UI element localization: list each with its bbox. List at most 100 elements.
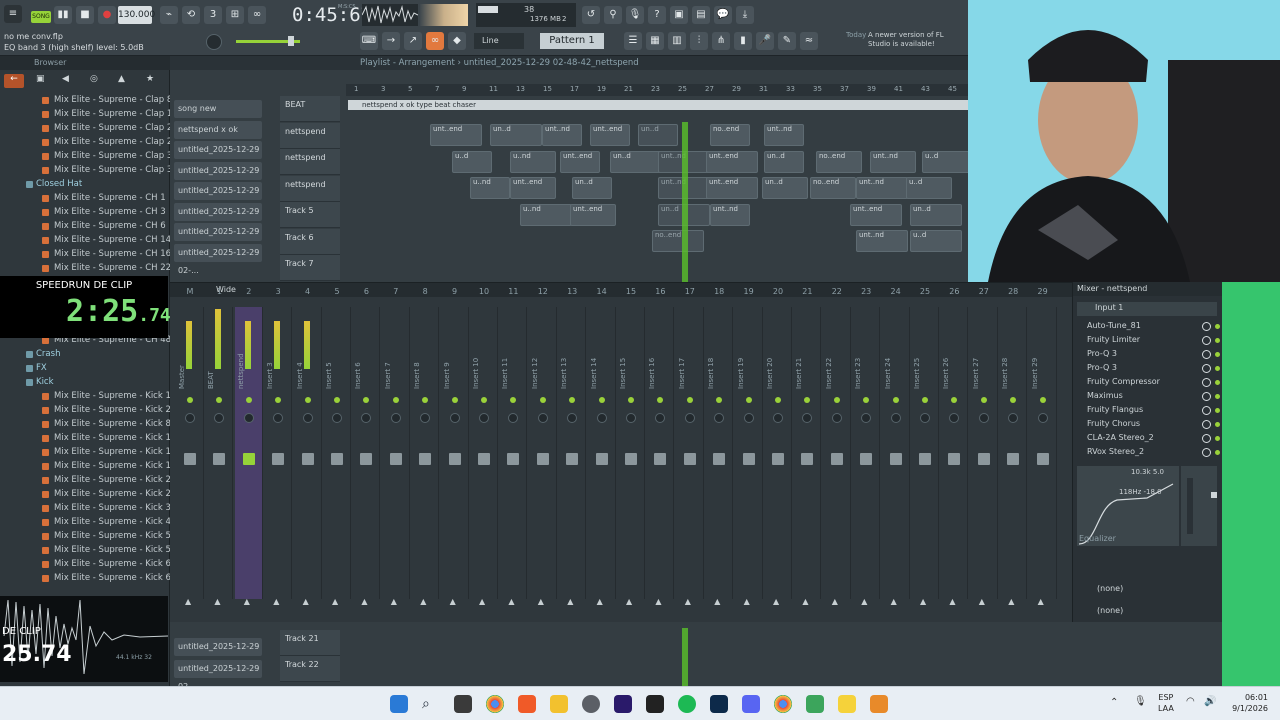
browser-file[interactable]: Mix Elite - Supreme - CH 3 [0,206,168,220]
pattern-select[interactable]: Pattern 1 [540,33,604,49]
channel-enable-led[interactable] [833,397,840,403]
eq-faders[interactable] [1181,466,1217,546]
volume-fader[interactable] [625,453,637,465]
arrow-icon[interactable]: → [382,32,400,50]
send-output-2[interactable]: (none) [1077,606,1219,620]
clock-icon[interactable]: ◎ [90,74,98,84]
help-icon[interactable]: ? [648,6,666,24]
route-arrow[interactable]: ▲ [655,597,661,606]
chat-icon[interactable]: 💬 [714,6,732,24]
fx-slot[interactable]: Pro-Q 3 [1081,362,1221,376]
pan-knob[interactable] [684,413,695,423]
slot-enable-led[interactable] [1215,394,1220,399]
toggle-icon[interactable]: ⚲ [604,6,622,24]
browser-folder[interactable]: Kick [0,376,168,390]
volume-fader[interactable] [830,453,843,465]
mixer-channel[interactable]: 5 Insert 5 ▲ [323,287,351,606]
brave-icon[interactable] [518,695,536,713]
pattern-item[interactable]: untitled_2025-12-29 02-... [174,660,262,691]
browser-file[interactable]: Mix Elite - Supreme - CH 22 [0,262,171,276]
mixer-channel[interactable]: 7 Insert 7 ▲ [382,287,410,606]
news-panel[interactable]: Today A newer version of FL Studio is av… [830,30,960,52]
audio-clip[interactable]: un..d [638,124,678,146]
mixer-channel[interactable]: 2 nettspend ▲ [234,287,263,606]
audio-clip[interactable]: u..d [452,150,492,173]
volume-fader[interactable] [213,453,226,465]
steam-icon[interactable] [582,695,600,713]
channel-enable-led[interactable] [481,397,487,403]
route-arrow[interactable]: ▲ [685,597,691,606]
volume-fader[interactable] [772,453,784,465]
loop-record-icon[interactable]: ∞ [248,6,266,24]
mixer-channel[interactable]: 23 Insert 23 ▲ [852,287,881,606]
audio-clip[interactable]: un..d [610,150,662,173]
channel-enable-led[interactable] [657,397,664,403]
fl-studio-icon[interactable] [870,695,888,713]
pan-knob[interactable] [831,413,842,423]
pan-knob[interactable] [743,413,754,423]
channel-enable-led[interactable] [510,397,517,403]
volume-fader[interactable] [1036,453,1049,465]
clock[interactable]: 06:01 9/1/2026 [1222,692,1268,714]
route-arrow[interactable]: ▲ [508,597,514,606]
channel-enable-led[interactable] [598,397,605,403]
back-icon[interactable]: ← [4,74,24,88]
slot-enable-led[interactable] [1215,380,1220,385]
fx-slot[interactable]: Pro-Q 3 [1081,348,1221,362]
drive-icon[interactable] [806,695,824,713]
master-pitch-knob[interactable] [206,34,222,50]
mixer-channel[interactable]: 18 Insert 18 ▲ [705,287,734,606]
fx-slot[interactable]: RVox Stereo_2 [1081,446,1221,460]
pan-knob[interactable] [185,413,195,423]
undo-icon[interactable]: ↺ [582,6,600,24]
route-arrow[interactable]: ▲ [244,597,250,606]
mixer-channel[interactable]: 11 Insert 11 ▲ [499,287,528,606]
piano-roll-icon[interactable]: ▦ [646,32,664,50]
mix-knob[interactable] [1202,420,1211,429]
mixer-icon[interactable]: ⫶ [690,32,708,50]
audio-clip[interactable]: un..d [764,150,804,173]
fx-slot[interactable]: Fruity Limiter [1081,334,1221,348]
mixer-channel[interactable]: 13 Insert 13 ▲ [558,287,587,606]
mixer-channel[interactable]: 16 Insert 16 ▲ [646,287,675,606]
mixer-channel[interactable]: 27 Insert 27 ▲ [970,287,998,606]
mixer-channel[interactable]: M Master ▲ [176,287,204,606]
route-arrow[interactable]: ▲ [597,597,603,606]
input-select[interactable]: Input 1 [1077,302,1217,316]
mixer-channel[interactable]: 4 Insert 4 ▲ [294,287,322,606]
channel-enable-led[interactable] [716,397,723,403]
channel-enable-led[interactable] [451,397,458,403]
pattern-item[interactable]: untitled_2025-12-29 02-... [174,161,262,193]
star-icon[interactable]: ★ [146,74,154,84]
pan-knob[interactable] [390,413,401,423]
channel-enable-led[interactable] [863,397,870,403]
pan-knob[interactable] [479,413,489,423]
pan-knob[interactable] [273,413,284,423]
stamp-icon[interactable]: ◆ [448,32,466,50]
pan-knob[interactable] [802,413,813,423]
metronome-icon[interactable]: ⌁ [160,6,178,24]
audio-clip[interactable]: no..end [652,230,704,252]
pan-knob[interactable] [861,413,872,423]
route-arrow[interactable]: ▲ [861,597,867,606]
eq-fader-handle[interactable] [1211,492,1217,498]
track-header[interactable]: nettspend [280,122,340,149]
volume-fader[interactable] [1007,453,1020,465]
volume-fader[interactable] [478,453,490,465]
pan-knob[interactable] [920,413,930,423]
fx-slot[interactable]: Auto-Tune_81 [1081,320,1221,334]
route-arrow[interactable]: ▲ [773,597,779,606]
audio-clip[interactable]: un..d [572,177,612,199]
volume-fader[interactable] [331,453,343,465]
browser-file[interactable]: Mix Elite - Supreme - Kick 67 [0,572,176,586]
pan-knob[interactable] [420,413,431,423]
mixer-channel[interactable]: 14 Insert 14 ▲ [588,287,616,606]
mixer-channel[interactable]: 21 Insert 21 ▲ [793,287,822,606]
route-arrow[interactable]: ▲ [332,597,338,606]
notes-icon[interactable] [838,695,856,713]
search-icon[interactable]: ⌕ [422,695,440,713]
browser-file[interactable]: Mix Elite - Supreme - Kick 13 [0,432,176,446]
volume-icon[interactable]: 🔊 [1204,696,1216,707]
mic-tray-icon[interactable]: 🎙 [1134,696,1147,707]
mixer-channel[interactable]: 1 BEAT ▲ [205,287,234,606]
